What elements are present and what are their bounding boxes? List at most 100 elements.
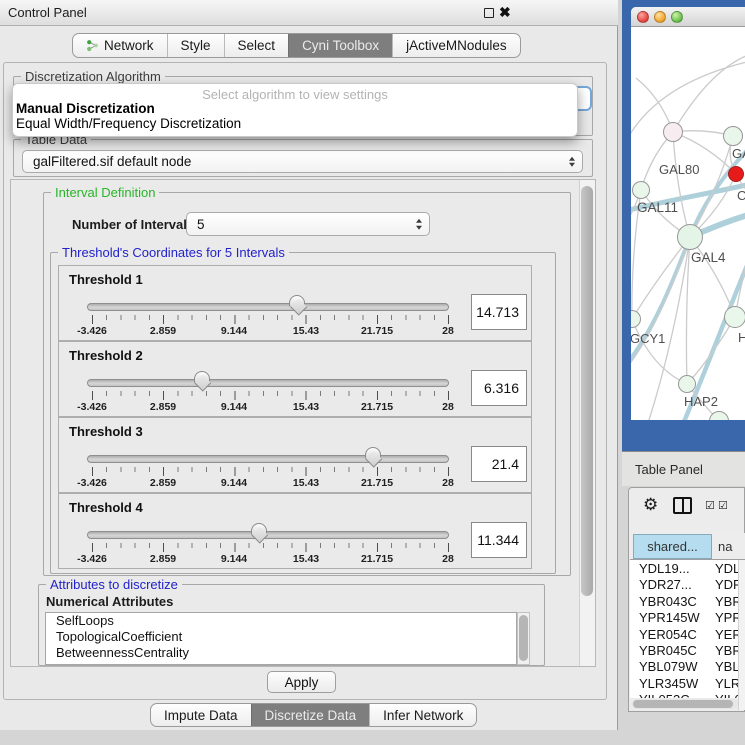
numerical-attributes-list: SelfLoops TopologicalCoefficient Between…	[45, 612, 517, 665]
threshold-3-value-field[interactable]: 21.4	[471, 446, 527, 482]
node-label-gcy1: GCY1	[631, 331, 665, 346]
table-panel-box: ⚙ ☑ ☑ shared... na YDL19...YDL1 YDR27...…	[628, 487, 745, 712]
table-rows: YDL19...YDL1 YDR27...YDR2 YBR043CYBR0 YP…	[630, 560, 745, 698]
table-row[interactable]: YDR27...YDR2	[630, 576, 745, 592]
threshold-1-slider-thumb[interactable]	[289, 295, 305, 307]
table-horizontal-scrollbar-track[interactable]	[632, 699, 738, 709]
tab-impute-data[interactable]: Impute Data	[151, 704, 251, 726]
list-item[interactable]: SelfLoops	[46, 613, 516, 629]
node-gal80[interactable]	[663, 122, 683, 142]
threshold-3-axis-ticks	[92, 467, 449, 476]
threshold-1-value-field[interactable]: 14.713	[471, 294, 527, 330]
attributes-list-scrollbar-thumb[interactable]	[519, 615, 528, 661]
list-item[interactable]: TopologicalCoefficient	[46, 629, 516, 645]
tab-cyni-toolbox[interactable]: Cyni Toolbox	[288, 34, 392, 57]
screen: Control Panel ✖ Network Style	[0, 0, 745, 745]
threshold-2-slider-thumb[interactable]	[194, 371, 210, 383]
column-header-shared-name[interactable]: shared...	[633, 534, 712, 559]
node-gal4[interactable]	[677, 224, 703, 250]
node-label-hap2: HAP2	[684, 394, 718, 409]
node-selected-red[interactable]	[728, 166, 744, 182]
threshold-4-slider-track[interactable]	[87, 531, 449, 539]
number-of-intervals-value: 5	[187, 217, 205, 232]
threshold-4-value-field[interactable]: 11.344	[471, 522, 527, 558]
float-window-icon[interactable]	[484, 8, 494, 18]
table-row[interactable]: YER054CYER0	[630, 626, 745, 642]
table-header-row: shared... na	[630, 533, 745, 560]
threshold-4-panel: Threshold 4 -3.426 2.859 9.144 15.43 21.…	[58, 493, 532, 569]
tab-jactivemnodules[interactable]: jActiveMNodules	[392, 34, 520, 57]
tab-infer-network[interactable]: Infer Network	[369, 704, 476, 726]
discretization-algorithm-group-title: Discretization Algorithm	[21, 69, 165, 84]
node-label-clipped-c: C	[737, 188, 745, 203]
node-label-gal4: GAL4	[691, 250, 726, 265]
close-traffic-light-icon[interactable]	[637, 11, 649, 23]
attributes-group-title: Attributes to discretize	[46, 577, 182, 592]
node-label-gal11: GAL11	[637, 200, 678, 215]
list-item[interactable]: BetweennessCentrality	[46, 645, 516, 661]
threshold-4-slider-thumb[interactable]	[251, 523, 267, 535]
table-row[interactable]: YBR045CYBR0	[630, 642, 745, 658]
node-label-gal80: GAL80	[659, 162, 699, 177]
column-layout-icon[interactable]	[673, 497, 692, 514]
node-gal11[interactable]	[632, 181, 650, 199]
threshold-1-axis-ticks	[92, 315, 449, 324]
threshold-3-slider-thumb[interactable]	[365, 447, 381, 459]
threshold-3-slider-track[interactable]	[87, 455, 449, 463]
table-horizontal-scrollbar-thumb[interactable]	[633, 700, 733, 708]
interval-definition-group-title: Interval Definition	[51, 185, 159, 200]
node-gal3[interactable]	[723, 126, 743, 146]
network-canvas[interactable]: GAL80 GA C GAL11 GAL4 GCY1 H HAP2	[631, 28, 745, 420]
numerical-attributes-heading: Numerical Attributes	[46, 594, 173, 609]
zoom-traffic-light-icon[interactable]	[671, 11, 683, 23]
window-title: Control Panel	[8, 5, 87, 20]
network-icon	[86, 39, 99, 52]
combo-spinner-icon	[569, 156, 575, 167]
checkbox-icon[interactable]: ☑	[718, 499, 729, 512]
table-row[interactable]: YBL079WYBL0	[630, 658, 745, 674]
tab-network[interactable]: Network	[73, 34, 167, 57]
table-row[interactable]: YDL19...YDL1	[630, 560, 745, 576]
tab-discretize-data[interactable]: Discretize Data	[251, 704, 370, 726]
number-of-intervals-combo[interactable]: 5	[186, 212, 430, 236]
algorithm-option-equal-width[interactable]: Equal Width/Frequency Discretization	[16, 116, 241, 131]
network-view-titlebar	[631, 7, 745, 27]
control-panel-window: Control Panel ✖ Network Style	[0, 0, 618, 730]
tab-select[interactable]: Select	[224, 34, 289, 57]
network-view-window: GAL80 GA C GAL11 GAL4 GCY1 H HAP2	[631, 7, 745, 420]
gear-icon[interactable]: ⚙	[643, 495, 658, 515]
close-icon[interactable]: ✖	[499, 4, 511, 21]
threshold-1-panel: Threshold 1 -3.426 2.859 9.144 15.43 21.…	[58, 265, 532, 341]
table-vertical-scrollbar[interactable]	[738, 560, 745, 710]
table-data-combo-value: galFiltered.sif default node	[23, 154, 191, 169]
algorithm-option-manual[interactable]: Manual Discretization	[16, 101, 155, 116]
minimize-traffic-light-icon[interactable]	[654, 11, 666, 23]
settings-scrollbar-thumb[interactable]	[581, 186, 593, 596]
node-hap2[interactable]	[678, 375, 696, 393]
table-panel-title: Table Panel	[635, 462, 703, 477]
table-row[interactable]: YLR345WYLR3	[630, 675, 745, 691]
tab-style[interactable]: Style	[167, 34, 224, 57]
thresholds-group-title: Threshold's Coordinates for 5 Intervals	[58, 245, 289, 260]
checkbox-icon[interactable]: ☑	[705, 499, 716, 512]
node-h[interactable]	[724, 306, 745, 328]
threshold-4-axis-ticks	[92, 543, 449, 552]
table-row[interactable]: YPR145WYPR1	[630, 609, 745, 625]
column-header-name[interactable]: na	[714, 534, 745, 559]
node-label-clipped-ga: GA	[732, 146, 745, 161]
number-of-intervals-label: Number of Intervals	[72, 217, 194, 232]
apply-button[interactable]: Apply	[267, 671, 336, 693]
table-row[interactable]: YIL052CYIL0	[630, 691, 745, 698]
threshold-2-value-field[interactable]: 6.316	[471, 370, 527, 406]
table-data-combo[interactable]: galFiltered.sif default node	[22, 150, 583, 173]
threshold-3-panel: Threshold 3 -3.426 2.859 9.144 15.43 21.…	[58, 417, 532, 493]
algorithm-placeholder-option[interactable]: Select algorithm to view settings	[13, 87, 577, 102]
threshold-2-slider-track[interactable]	[87, 379, 449, 387]
threshold-1-slider-track[interactable]	[87, 303, 449, 311]
combo-spinner-icon	[416, 219, 422, 230]
table-row[interactable]: YBR043CYBR0	[630, 593, 745, 609]
tab-network-label: Network	[104, 38, 154, 53]
algorithm-dropdown-popup: Select algorithm to view settings Manual…	[12, 83, 578, 137]
bottom-tab-bar: Impute Data Discretize Data Infer Networ…	[150, 703, 477, 727]
threshold-2-axis-ticks	[92, 391, 449, 400]
